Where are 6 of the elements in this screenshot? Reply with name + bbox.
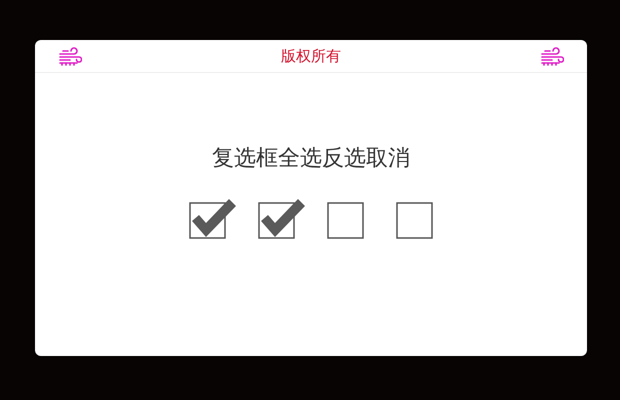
wind-icon xyxy=(58,46,82,66)
checkbox[interactable] xyxy=(188,197,236,239)
wind-icon xyxy=(540,46,564,66)
checkbox[interactable] xyxy=(258,197,306,239)
heading: 复选框全选反选取消 xyxy=(211,145,411,173)
header-title: 版权所有 xyxy=(281,46,341,66)
